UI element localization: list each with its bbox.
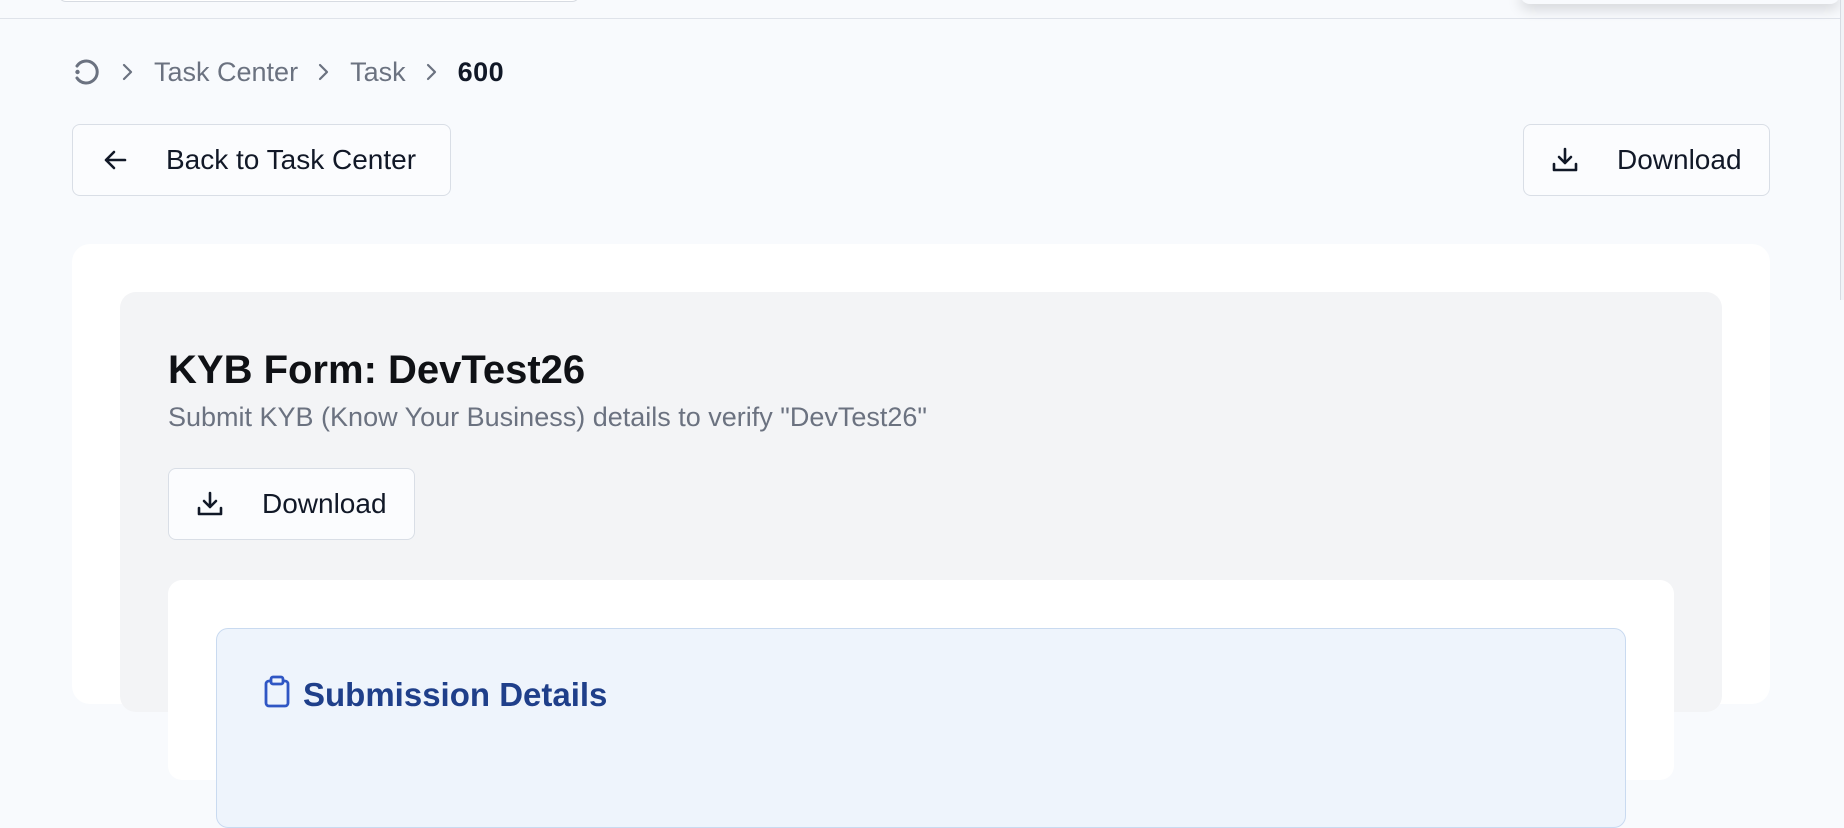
- form-download-button[interactable]: Download: [168, 468, 415, 540]
- breadcrumb-current: 600: [457, 56, 505, 87]
- download-button-label: Download: [1617, 144, 1742, 175]
- breadcrumb-task-center[interactable]: Task Center: [154, 57, 298, 88]
- submission-card: Submission Details: [168, 580, 1674, 828]
- submission-details-panel: Submission Details: [216, 628, 1626, 828]
- breadcrumb-task[interactable]: Task: [350, 57, 406, 88]
- refresh-icon[interactable]: [70, 56, 102, 88]
- download-button[interactable]: Download: [1523, 124, 1770, 196]
- download-icon: [194, 489, 226, 519]
- form-title: KYB Form: DevTest26: [168, 348, 586, 392]
- clipboard-icon: [261, 675, 293, 714]
- search-field[interactable]: [58, 0, 580, 2]
- chevron-right-icon: [406, 62, 458, 82]
- dropdown-menu-edge: [1520, 0, 1840, 4]
- top-bar: [0, 0, 1844, 19]
- form-subtitle: Submit KYB (Know Your Business) details …: [168, 402, 928, 432]
- task-card: KYB Form: DevTest26 Submit KYB (Know You…: [72, 244, 1770, 828]
- arrow-left-icon: [100, 146, 130, 174]
- submission-details-heading: Submission Details: [261, 675, 607, 714]
- submission-details-title: Submission Details: [303, 675, 608, 713]
- download-icon: [1549, 145, 1581, 175]
- kyb-form-card: KYB Form: DevTest26 Submit KYB (Know You…: [120, 292, 1722, 828]
- breadcrumb: Task Center Task 600: [70, 52, 504, 92]
- back-button-label: Back to Task Center: [166, 144, 417, 175]
- scrollbar[interactable]: [1840, 0, 1844, 300]
- chevron-right-icon: [102, 62, 154, 82]
- form-download-label: Download: [262, 488, 387, 519]
- chevron-right-icon: [298, 62, 350, 82]
- back-to-task-center-button[interactable]: Back to Task Center: [72, 124, 451, 196]
